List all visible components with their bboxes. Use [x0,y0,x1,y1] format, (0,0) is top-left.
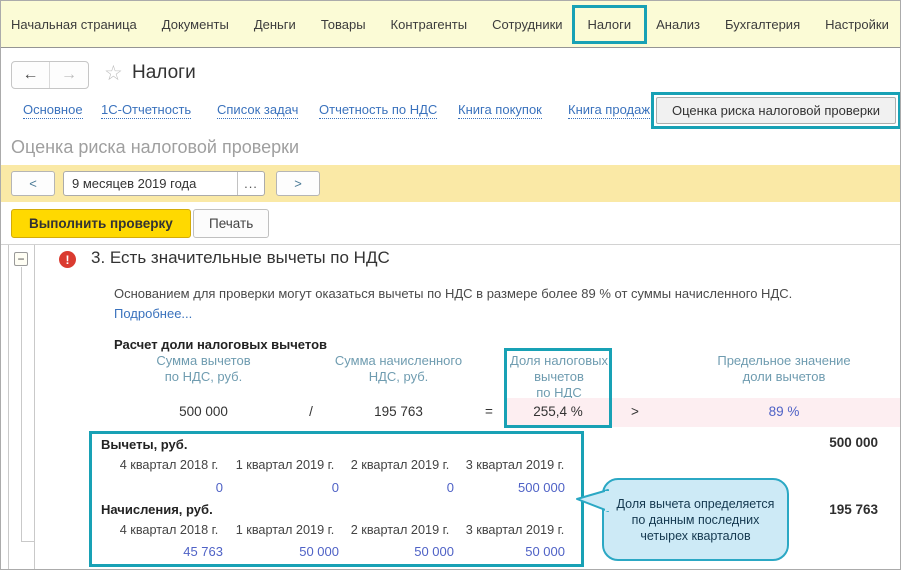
header-line: НДС, руб. [368,369,429,384]
accruals-q3-header: 2 квартал 2019 г. [350,523,450,537]
callout-tail [576,489,609,512]
deductions-q3-header: 2 квартал 2019 г. [350,458,450,472]
forward-button[interactable]: → [50,62,88,88]
share-value: 255,4 % [533,404,583,419]
accruals-q3-value[interactable]: 50 000 [342,544,454,559]
accruals-q1-header: 4 квартал 2018 г. [119,523,219,537]
finding-description: Основанием для проверки могут оказаться … [114,284,814,324]
back-arrow-icon: ← [22,66,39,83]
alert-icon: ! [59,251,76,268]
accruals-q2-value[interactable]: 50 000 [227,544,339,559]
accrued-sum-value: 195 763 [374,404,423,419]
menu-item-money[interactable]: Деньги [254,17,296,32]
header-limit-value: Предельное значение доли вычетов [664,353,900,385]
main-menu: Начальная страница Документы Деньги Това… [1,1,900,48]
finding-description-text: Основанием для проверки могут оказаться … [114,286,793,301]
nav-row: ← → ☆ Налоги [1,49,900,93]
header-line: доли вычетов [742,369,826,384]
deductions-q1-value[interactable]: 0 [111,480,223,495]
back-button[interactable]: ← [12,62,50,88]
deduction-sum-value: 500 000 [179,404,228,419]
deductions-total: 500 000 [829,435,878,450]
accruals-q4-header: 3 квартал 2019 г. [465,523,565,537]
page-title: Налоги [132,62,196,83]
menu-item-documents[interactable]: Документы [162,17,229,32]
menu-item-accounting[interactable]: Бухгалтерия [725,17,800,32]
minus-icon: − [17,252,25,266]
limit-value: 89 % [768,404,800,419]
print-button[interactable]: Печать [193,209,270,238]
period-input[interactable]: 9 месяцев 2019 года ... [63,171,265,196]
collapse-toggle[interactable]: − [14,252,28,266]
tree-line-corner [21,541,34,542]
forward-arrow-icon: → [61,66,77,83]
callout-text: Доля вычета определяется по данным после… [616,496,775,543]
deductions-label: Вычеты, руб. [101,437,188,452]
header-line: Сумма начисленного [334,353,463,368]
period-prev-button[interactable]: < [11,171,55,196]
tab-main[interactable]: Основное [23,102,83,119]
panel-inner-border [34,245,35,569]
tab-1c-reporting[interactable]: 1С-Отчетность [101,102,192,119]
panel-left-border [8,245,9,569]
app-window: Начальная страница Документы Деньги Това… [0,0,901,570]
deductions-q4-value[interactable]: 500 000 [453,480,565,495]
menu-item-home[interactable]: Начальная страница [11,17,137,32]
history-buttons: ← → [11,61,89,89]
favorite-star-icon[interactable]: ☆ [104,61,123,86]
deductions-q1-header: 4 квартал 2018 г. [119,458,219,472]
menu-item-counterparties[interactable]: Контрагенты [391,17,468,32]
header-deduction-sum: Сумма вычетов по НДС, руб. [131,353,276,385]
deductions-q3-value[interactable]: 0 [342,480,454,495]
callout-bubble: Доля вычета определяется по данным после… [602,478,789,561]
tab-vat-reporting[interactable]: Отчетность по НДС [319,102,438,119]
period-next-button[interactable]: > [276,171,320,196]
menu-item-goods[interactable]: Товары [321,17,366,32]
risk-button-highlight-box: Оценка риска налоговой проверки [651,92,900,129]
greater-sign: > [631,404,639,419]
tab-sales-book[interactable]: Книга продаж [568,102,651,119]
accruals-q4-value[interactable]: 50 000 [453,544,565,559]
finding-title: 3. Есть значительные вычеты по НДС [91,248,390,267]
header-accrued-sum: Сумма начисленного НДС, руб. [326,353,471,385]
tree-line [21,267,22,541]
period-bar: < 9 месяцев 2019 года ... > [1,165,900,202]
menu-item-employees[interactable]: Сотрудники [492,17,562,32]
deductions-q4-header: 3 квартал 2019 г. [465,458,565,472]
header-line: Предельное значение [717,353,851,368]
header-deduction-share: Доля налоговых вычетов по НДС [489,353,629,401]
period-value: 9 месяцев 2019 года [72,176,197,191]
period-picker-button[interactable]: ... [237,172,264,195]
accruals-label: Начисления, руб. [101,502,213,517]
tab-purchase-book[interactable]: Книга покупок [458,102,542,119]
header-line: Доля налоговых вычетов [510,353,608,384]
toolbar-separator [1,244,900,245]
deductions-q2-value[interactable]: 0 [227,480,339,495]
accruals-q2-header: 1 квартал 2019 г. [235,523,335,537]
more-details-link[interactable]: Подробнее... [114,306,192,321]
tab-task-list[interactable]: Список задач [217,102,299,119]
audit-risk-assessment-button[interactable]: Оценка риска налоговой проверки [656,97,896,124]
calc-title: Расчет доли налоговых вычетов [114,337,327,352]
menu-item-taxes[interactable]: Налоги [571,4,648,44]
header-line: по НДС, руб. [164,369,243,384]
menu-item-settings[interactable]: Настройки [825,17,889,32]
accruals-q1-value[interactable]: 45 763 [111,544,223,559]
equals-sign: = [485,404,493,419]
menu-item-analysis[interactable]: Анализ [656,17,700,32]
run-check-button[interactable]: Выполнить проверку [11,209,191,238]
section-title: Оценка риска налоговой проверки [11,137,300,157]
divide-sign: / [309,404,313,419]
header-line: Сумма вычетов [156,353,251,368]
deductions-q2-header: 1 квартал 2019 г. [235,458,335,472]
